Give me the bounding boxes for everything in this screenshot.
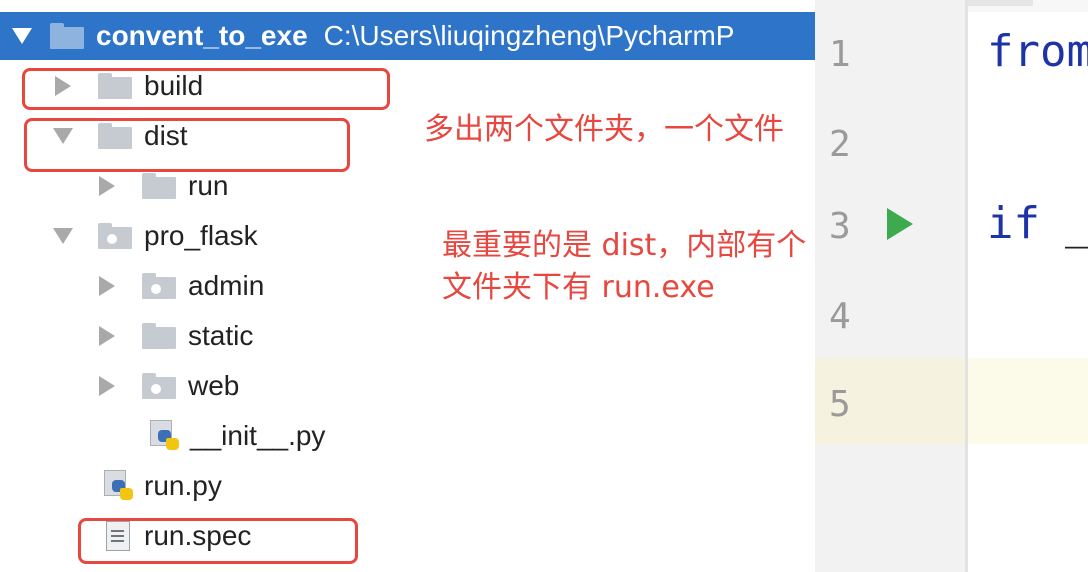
chevron-right-icon[interactable] — [90, 362, 124, 410]
annotation-dist-line1: 最重要的是 dist，内部有个 run 文件夹 — [442, 228, 815, 263]
chevron-down-icon[interactable] — [46, 212, 80, 260]
tree-item-label: admin — [188, 270, 265, 301]
tree-item-init-py[interactable]: __init__.py — [148, 412, 325, 460]
line-number: 3 — [829, 206, 851, 247]
tree-item-static[interactable]: static — [90, 312, 253, 360]
tree-item-label: __init__.py — [190, 420, 326, 451]
tree-item-label: static — [188, 320, 254, 351]
code-keyword-if: if — [987, 198, 1040, 249]
code-keyword-from: from — [987, 26, 1088, 77]
tree-item-web[interactable]: web — [90, 362, 239, 410]
line-number: 2 — [829, 124, 851, 165]
line-number: 1 — [829, 34, 851, 75]
line-number-gutter — [815, 0, 965, 572]
tree-item-label: web — [188, 370, 240, 401]
tree-item-run-py[interactable]: run.py — [102, 462, 222, 510]
package-folder-icon — [142, 273, 176, 299]
package-folder-icon — [142, 373, 176, 399]
tree-item-label: run.py — [144, 470, 222, 501]
project-tree-panel: convent_to_exe C:\Users\liuqingzheng\Pyc… — [0, 0, 815, 572]
code-editor[interactable]: 1 2 3 4 5 from if _ — [815, 0, 1088, 572]
package-folder-icon — [98, 223, 132, 249]
tree-item-label: pro_flask — [144, 220, 258, 251]
tree-item-pro-flask[interactable]: pro_flask — [46, 212, 258, 260]
project-name: convent_to_exe — [96, 20, 308, 51]
chevron-right-icon[interactable] — [90, 312, 124, 360]
highlight-box-run-spec — [78, 518, 358, 564]
folder-icon — [50, 23, 84, 49]
project-root-row[interactable]: convent_to_exe C:\Users\liuqingzheng\Pyc… — [0, 12, 815, 60]
highlight-box-dist — [24, 118, 350, 172]
tree-item-label: run — [188, 170, 229, 201]
python-file-icon — [102, 470, 134, 502]
line-number: 5 — [829, 384, 851, 425]
run-icon[interactable] — [887, 208, 913, 240]
folder-icon — [142, 173, 176, 199]
highlight-box-build — [22, 68, 390, 110]
code-text: _ — [1065, 198, 1088, 249]
gutter-divider — [965, 0, 968, 572]
project-path: C:\Users\liuqingzheng\PycharmP — [323, 20, 735, 51]
chevron-down-icon[interactable] — [0, 12, 44, 60]
tree-item-admin[interactable]: admin — [90, 262, 264, 310]
line-number: 4 — [829, 296, 851, 337]
chevron-right-icon[interactable] — [90, 262, 124, 310]
folder-icon — [142, 323, 176, 349]
python-file-icon — [148, 420, 180, 452]
annotation-new-items: 多出两个文件夹，一个文件 — [424, 112, 784, 147]
annotation-dist-line2: 文件夹下有 run.exe — [442, 270, 715, 305]
